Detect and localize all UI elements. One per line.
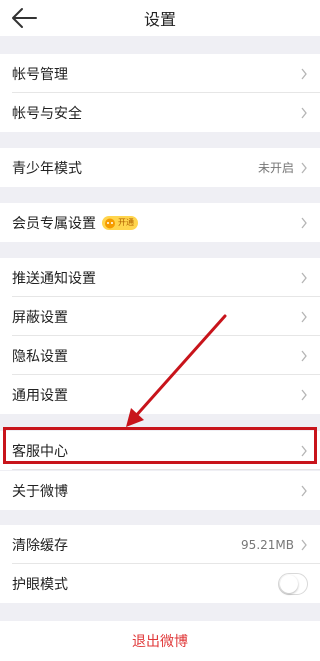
vip-settings-row[interactable]: 会员专属设置 开通 [0, 203, 320, 242]
privacy-settings-label: 隐私设置 [12, 348, 68, 365]
chevron-right-icon [301, 539, 307, 550]
account-security-label: 帐号与安全 [12, 105, 82, 122]
logout-button[interactable]: 退出微博 [0, 621, 320, 661]
top-bar: 设置 [0, 0, 320, 36]
general-settings-label: 通用设置 [12, 387, 68, 404]
chevron-right-icon [301, 107, 307, 118]
clear-cache-label: 清除缓存 [12, 537, 68, 554]
youth-mode-row[interactable]: 青少年模式 未开启 [0, 148, 320, 187]
chevron-right-icon [301, 68, 307, 79]
general-settings-row[interactable]: 通用设置 [0, 375, 320, 414]
youth-mode-status: 未开启 [257, 161, 294, 175]
eye-mode-row: 护眼模式 [0, 564, 320, 603]
chevron-right-icon [301, 162, 307, 173]
logout-label: 退出微博 [132, 634, 188, 650]
chevron-right-icon [301, 350, 307, 361]
back-arrow-icon[interactable] [10, 6, 38, 30]
customer-service-label: 客服中心 [12, 443, 68, 460]
push-settings-row[interactable]: 推送通知设置 [0, 258, 320, 297]
vip-badge-text: 开通 [118, 218, 134, 227]
vip-badge: 开通 [102, 215, 138, 230]
clear-cache-row[interactable]: 清除缓存 95.21MB [0, 525, 320, 564]
privacy-settings-row[interactable]: 隐私设置 [0, 336, 320, 375]
about-weibo-label: 关于微博 [12, 483, 68, 500]
about-weibo-row[interactable]: 关于微博 [0, 471, 320, 510]
customer-service-row[interactable]: 客服中心 [0, 431, 320, 470]
eye-mode-toggle[interactable] [278, 572, 308, 595]
cache-size-value: 95.21MB [241, 537, 294, 552]
block-settings-row[interactable]: 屏蔽设置 [0, 297, 320, 336]
account-manage-label: 帐号管理 [12, 66, 68, 83]
eye-mode-label: 护眼模式 [12, 576, 68, 593]
account-manage-row[interactable]: 帐号管理 [0, 54, 320, 93]
page-title: 设置 [143, 10, 176, 29]
vip-settings-label: 会员专属设置 [12, 215, 96, 232]
vip-crown-icon [105, 218, 115, 228]
push-settings-label: 推送通知设置 [12, 270, 96, 287]
account-security-row[interactable]: 帐号与安全 [0, 93, 320, 132]
chevron-right-icon [301, 272, 307, 283]
chevron-right-icon [301, 485, 307, 496]
block-settings-label: 屏蔽设置 [12, 309, 68, 326]
youth-mode-label: 青少年模式 [12, 160, 82, 177]
toggle-knob [280, 574, 298, 593]
chevron-right-icon [301, 217, 307, 228]
chevron-right-icon [301, 389, 307, 400]
chevron-right-icon [301, 445, 307, 456]
chevron-right-icon [301, 311, 307, 322]
